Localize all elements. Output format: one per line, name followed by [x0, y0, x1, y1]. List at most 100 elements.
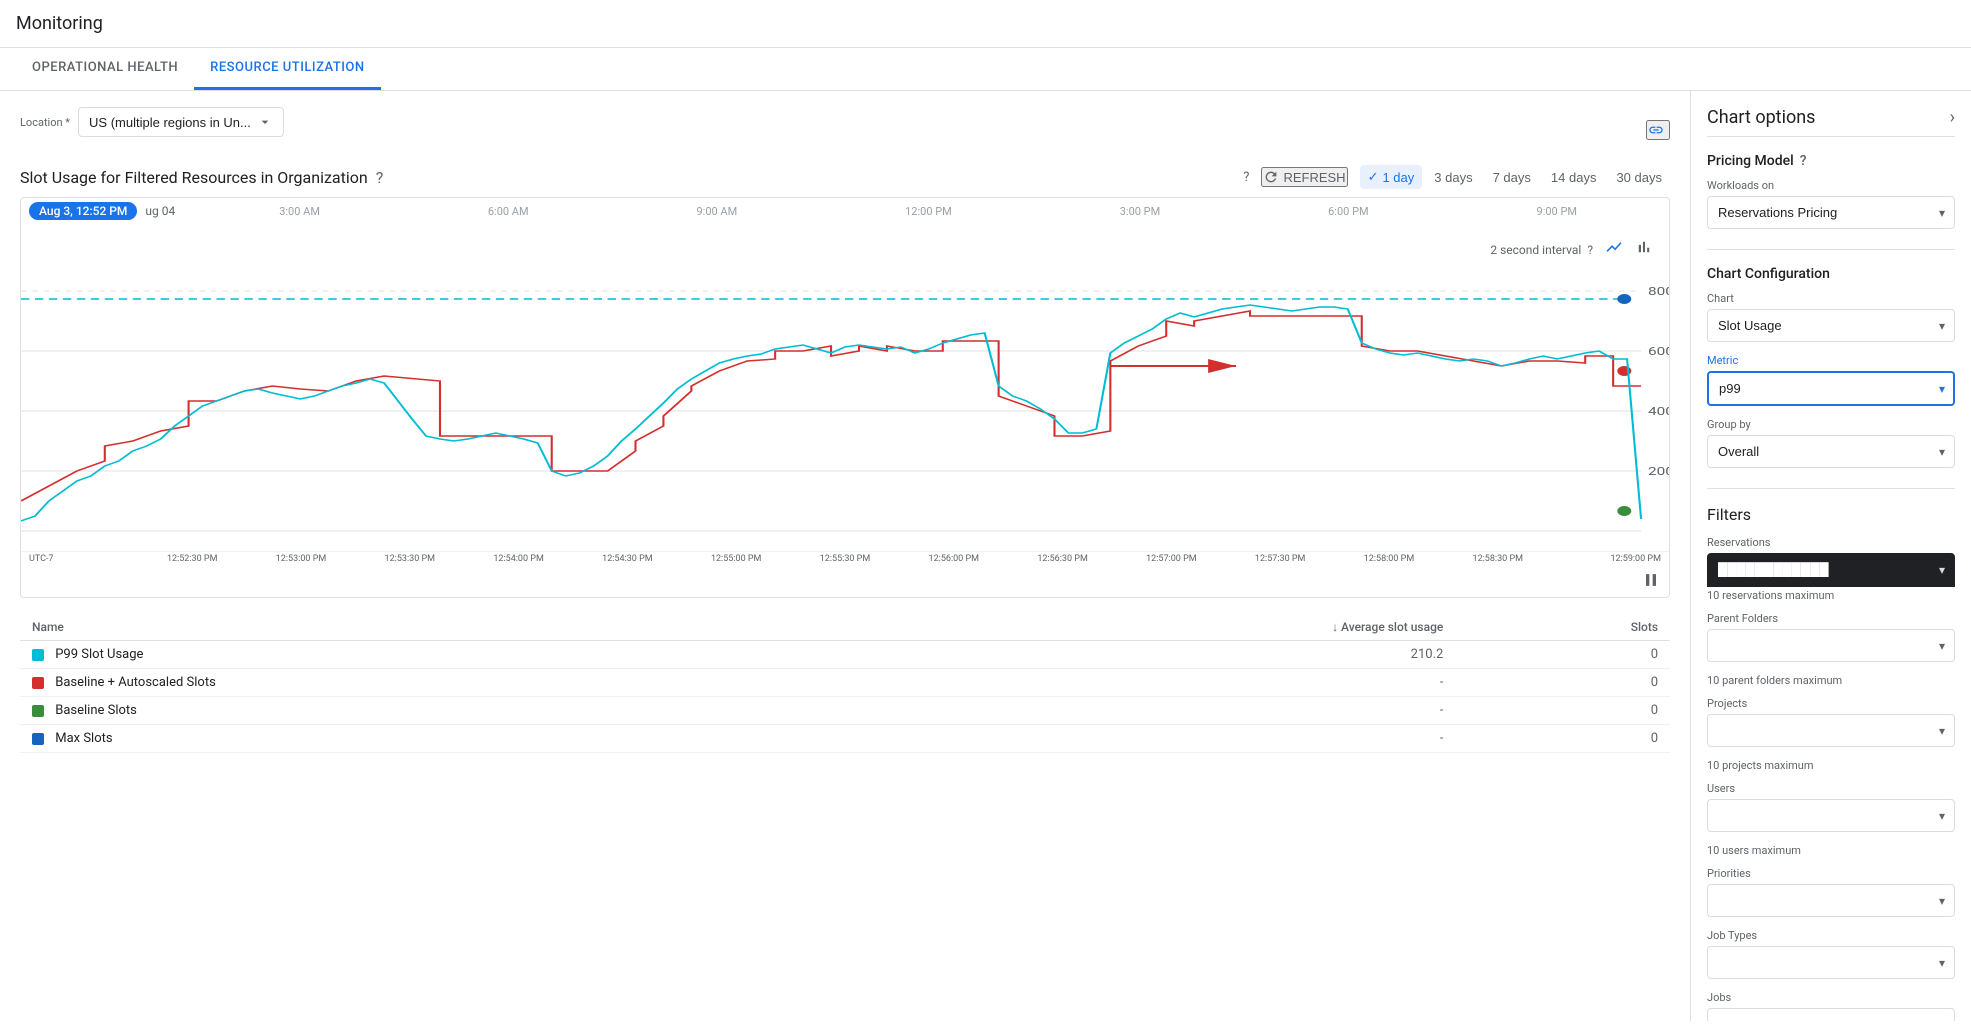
- time-tick-1: 12:53:00 PM: [247, 554, 356, 564]
- app-title: Monitoring: [16, 13, 103, 34]
- location-value: US (multiple regions in Un...: [89, 115, 251, 130]
- table-row: Max Slots - 0: [20, 725, 1670, 753]
- bar-chart-icon: [1635, 238, 1653, 256]
- help-icon-right[interactable]: ?: [1243, 170, 1249, 185]
- users-hint: 10 users maximum: [1707, 844, 1955, 857]
- refresh-button[interactable]: REFRESH: [1261, 167, 1347, 187]
- time-tick-9: 12:57:00 PM: [1117, 554, 1226, 564]
- chart-svg-area[interactable]: 800 600 400 200: [21, 271, 1669, 551]
- svg-text:400: 400: [1648, 406, 1669, 418]
- filters-section: Filters Reservations ████████████ 10 res…: [1707, 505, 1955, 1021]
- pricing-model-section: Pricing Model ? Workloads on Reservation…: [1707, 153, 1955, 229]
- time-btn-3days[interactable]: 3 days: [1426, 166, 1480, 189]
- content-area: Location * US (multiple regions in Un...…: [0, 91, 1691, 1021]
- date-label-bar: Aug 3, 12:52 PM ug 04 3:00 AM 6:00 AM 9:…: [21, 198, 1669, 224]
- projects-select-wrapper: [1707, 714, 1955, 747]
- interval-help-icon[interactable]: ?: [1587, 243, 1593, 257]
- pause-button[interactable]: [1641, 570, 1661, 593]
- pricing-model-title: Pricing Model ?: [1707, 153, 1955, 169]
- sidebar-close-icon[interactable]: ›: [1950, 107, 1955, 128]
- jobs-select-wrapper: [1707, 1008, 1955, 1021]
- chart-field-label: Chart: [1707, 292, 1955, 305]
- group-by-label: Group by: [1707, 418, 1955, 431]
- users-filter: Users 10 users maximum: [1707, 782, 1955, 857]
- chevron-down-icon: [257, 114, 273, 130]
- users-select[interactable]: [1707, 799, 1955, 832]
- metric-field-label: Metric: [1707, 354, 1955, 367]
- metric-select[interactable]: p99 p50 average: [1707, 371, 1955, 406]
- line-chart-btn[interactable]: [1601, 236, 1627, 263]
- sort-icon: ↓: [1332, 620, 1338, 634]
- main-layout: Location * US (multiple regions in Un...…: [0, 91, 1971, 1021]
- row-name-cell: Baseline Slots: [20, 697, 889, 725]
- parent-folders-filter: Parent Folders 10 parent folders maximum: [1707, 612, 1955, 687]
- tab-resource-utilization[interactable]: RESOURCE UTILIZATION: [194, 48, 380, 90]
- time-btn-14days[interactable]: 14 days: [1543, 166, 1605, 189]
- sidebar-title: Chart options ›: [1707, 107, 1955, 137]
- row-name-cell: P99 Slot Usage: [20, 641, 889, 669]
- chart-header: Slot Usage for Filtered Resources in Org…: [20, 165, 1670, 189]
- col-slots: Slots: [1455, 614, 1670, 641]
- job-types-label: Job Types: [1707, 929, 1955, 942]
- time-btn-30days[interactable]: 30 days: [1608, 166, 1670, 189]
- group-by-select[interactable]: Overall Reservation Project: [1707, 435, 1955, 468]
- row-name: P99 Slot Usage: [55, 647, 143, 662]
- priorities-label: Priorities: [1707, 867, 1955, 880]
- time-btn-1day[interactable]: ✓ 1 day: [1360, 165, 1423, 189]
- chart-container: Aug 3, 12:52 PM ug 04 3:00 AM 6:00 AM 9:…: [20, 197, 1670, 598]
- svg-text:600: 600: [1648, 346, 1669, 358]
- projects-hint: 10 projects maximum: [1707, 759, 1955, 772]
- time-tick-12: 12:58:30 PM: [1443, 554, 1552, 564]
- reservations-select[interactable]: ████████████: [1707, 553, 1955, 587]
- chart-select[interactable]: Slot Usage: [1707, 309, 1955, 342]
- row-name-cell: Max Slots: [20, 725, 889, 753]
- job-types-select[interactable]: [1707, 946, 1955, 979]
- workloads-select[interactable]: Reservations Pricing On-Demand Pricing: [1707, 196, 1955, 229]
- row-slots: 0: [1455, 641, 1670, 669]
- location-dropdown[interactable]: US (multiple regions in Un...: [78, 107, 284, 137]
- job-types-filter: Job Types: [1707, 929, 1955, 979]
- color-indicator: [32, 649, 44, 661]
- projects-label: Projects: [1707, 697, 1955, 710]
- interval-label: 2 second interval: [1490, 243, 1581, 257]
- filters-title: Filters: [1707, 505, 1955, 524]
- time-tick-2: 12:53:30 PM: [355, 554, 464, 564]
- line-chart-icon: [1605, 238, 1623, 256]
- col-avg[interactable]: ↓ Average slot usage: [889, 614, 1455, 641]
- row-slots: 0: [1455, 697, 1670, 725]
- help-icon[interactable]: ?: [376, 168, 384, 187]
- workloads-select-wrapper: Reservations Pricing On-Demand Pricing: [1707, 196, 1955, 229]
- row-name-cell: Baseline + Autoscaled Slots: [20, 669, 889, 697]
- color-indicator: [32, 705, 44, 717]
- table-row: P99 Slot Usage 210.2 0: [20, 641, 1670, 669]
- priorities-select-wrapper: [1707, 884, 1955, 917]
- tab-operational-health[interactable]: OPERATIONAL HEALTH: [16, 48, 194, 90]
- utc-label: UTC-7: [29, 554, 138, 564]
- color-indicator: [32, 677, 44, 689]
- refresh-label: REFRESH: [1283, 170, 1345, 185]
- divider-2: [1707, 488, 1955, 489]
- pricing-help-icon[interactable]: ?: [1800, 153, 1807, 169]
- copy-url-button[interactable]: [1646, 120, 1670, 140]
- time-btn-7days[interactable]: 7 days: [1485, 166, 1539, 189]
- chart-type-buttons: [1601, 236, 1657, 263]
- row-avg: -: [889, 697, 1455, 725]
- row-avg: -: [889, 669, 1455, 697]
- time-range-buttons: ✓ 1 day 3 days 7 days 14 days 30 days: [1360, 165, 1670, 189]
- data-table: Name ↓ Average slot usage Slots P99 Slot…: [20, 614, 1670, 753]
- table-row: Baseline + Autoscaled Slots - 0: [20, 669, 1670, 697]
- jobs-filter: Jobs: [1707, 991, 1955, 1021]
- time-tick-4: 12:54:30 PM: [573, 554, 682, 564]
- projects-select[interactable]: [1707, 714, 1955, 747]
- parent-folders-select[interactable]: [1707, 629, 1955, 662]
- interval-info: 2 second interval ?: [1490, 243, 1593, 257]
- projects-filter: Projects 10 projects maximum: [1707, 697, 1955, 772]
- row-avg: -: [889, 725, 1455, 753]
- jobs-select[interactable]: [1707, 1008, 1955, 1021]
- priorities-select[interactable]: [1707, 884, 1955, 917]
- bar-chart-btn[interactable]: [1631, 236, 1657, 263]
- job-types-select-wrapper: [1707, 946, 1955, 979]
- row-slots: 0: [1455, 725, 1670, 753]
- parent-folders-label: Parent Folders: [1707, 612, 1955, 625]
- jobs-label: Jobs: [1707, 991, 1955, 1004]
